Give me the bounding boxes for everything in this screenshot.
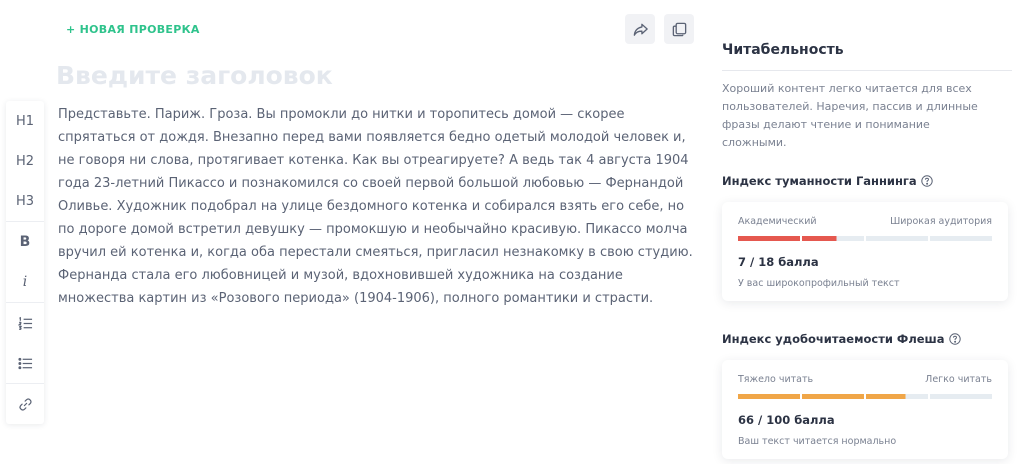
h2-button[interactable]: H2 bbox=[6, 141, 44, 181]
gunning-bar bbox=[738, 236, 992, 241]
flesch-card: Тяжело читать Легко читать 66 / 100 балл… bbox=[722, 360, 1008, 459]
new-check-link[interactable]: + НОВАЯ ПРОВЕРКА bbox=[66, 23, 200, 36]
flesch-bar-segment bbox=[802, 394, 864, 399]
format-toolbar: H1 H2 H3 B i bbox=[6, 101, 44, 424]
help-icon[interactable] bbox=[948, 333, 961, 345]
flesch-verdict: Ваш текст читается нормально bbox=[738, 436, 897, 447]
gunning-bar-segment bbox=[866, 236, 928, 241]
gunning-right-label: Широкая аудитория bbox=[890, 216, 992, 227]
flesch-left-label: Тяжело читать bbox=[738, 374, 814, 385]
style-group: B i bbox=[6, 222, 44, 303]
title-input[interactable] bbox=[56, 56, 656, 94]
h3-button[interactable]: H3 bbox=[6, 181, 44, 221]
flesch-title: Индекс удобочитаемости Флеша bbox=[722, 332, 945, 346]
bold-button[interactable]: B bbox=[6, 222, 44, 262]
list-group bbox=[6, 303, 44, 384]
flesch-header: Индекс удобочитаемости Флеша bbox=[722, 332, 1012, 346]
copy-icon bbox=[672, 22, 686, 36]
ordered-list-icon bbox=[17, 316, 32, 330]
flesch-bar-segment bbox=[738, 394, 800, 399]
flesch-right-label: Легко читать bbox=[925, 374, 992, 385]
share-icon bbox=[633, 23, 648, 36]
gunning-title: Индекс туманности Ганнинга bbox=[722, 174, 917, 188]
bullet-list-button[interactable] bbox=[6, 343, 44, 383]
ordered-list-button[interactable] bbox=[6, 303, 44, 343]
h1-button[interactable]: H1 bbox=[6, 101, 44, 141]
link-group bbox=[6, 384, 44, 424]
panel-divider bbox=[722, 70, 1012, 71]
gunning-bar-segment bbox=[802, 236, 864, 241]
flesch-bar-segment bbox=[866, 394, 928, 399]
gunning-left-label: Академический bbox=[738, 216, 817, 227]
italic-button[interactable]: i bbox=[6, 262, 44, 302]
share-button[interactable] bbox=[625, 14, 655, 44]
gunning-bar-segment bbox=[930, 236, 992, 241]
heading-group: H1 H2 H3 bbox=[6, 101, 44, 222]
link-icon bbox=[18, 397, 32, 411]
help-icon[interactable] bbox=[921, 175, 933, 187]
gunning-card: Академический Широкая аудитория 7 / 18 б… bbox=[722, 202, 1008, 301]
readability-description: Хороший контент легко читается для всех … bbox=[722, 82, 978, 149]
bullet-list-icon bbox=[17, 357, 32, 369]
readability-panel: Читабельность Хороший контент легко чита… bbox=[722, 30, 1012, 459]
gunning-bar-segment bbox=[738, 236, 800, 241]
flesch-score: 66 / 100 балла bbox=[738, 413, 835, 427]
readability-title: Читабельность bbox=[722, 42, 844, 58]
copy-button[interactable] bbox=[664, 14, 694, 44]
gunning-verdict: У вас широкопрофильный текст bbox=[738, 278, 900, 289]
gunning-score: 7 / 18 балла bbox=[738, 255, 819, 269]
editor-body-text[interactable]: Представьте. Париж. Гроза. Вы промокли д… bbox=[58, 103, 698, 310]
flesch-bar bbox=[738, 394, 992, 399]
gunning-header: Индекс туманности Ганнинга bbox=[722, 174, 1012, 188]
flesch-bar-segment bbox=[930, 394, 992, 399]
link-button[interactable] bbox=[6, 384, 44, 424]
